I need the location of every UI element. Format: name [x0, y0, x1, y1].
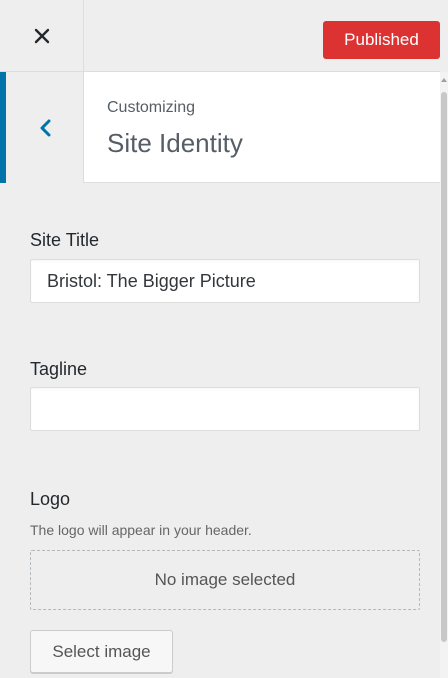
- section-title-group: Customizing Site Identity: [107, 98, 243, 158]
- customizing-label: Customizing: [107, 99, 196, 116]
- logo-description: The logo will appear in your header.: [30, 522, 252, 538]
- select-image-button[interactable]: Select image: [30, 630, 173, 673]
- site-title-input[interactable]: [30, 259, 420, 303]
- scrollbar-thumb[interactable]: [441, 92, 447, 642]
- section-title: Site Identity: [107, 128, 243, 158]
- close-icon: [34, 28, 49, 44]
- tagline-label: Tagline: [30, 359, 88, 379]
- logo-label: Logo: [30, 489, 71, 509]
- scroll-up-arrow-icon[interactable]: [441, 78, 447, 82]
- logo-placeholder: No image selected: [30, 550, 420, 610]
- no-image-text: No image selected: [154, 570, 296, 589]
- tagline-input[interactable]: [30, 387, 420, 431]
- section-header: Customizing Site Identity: [0, 72, 440, 183]
- customizer-panel: Published Customizing Site Identity Site…: [0, 0, 448, 678]
- publish-button[interactable]: Published: [323, 21, 440, 59]
- close-customizer-button[interactable]: [0, 0, 84, 72]
- chevron-left-icon: [40, 119, 50, 136]
- back-button[interactable]: [0, 72, 84, 183]
- scrollbar[interactable]: [440, 72, 448, 678]
- customizer-header: Published: [0, 0, 440, 72]
- site-title-label: Site Title: [30, 230, 100, 250]
